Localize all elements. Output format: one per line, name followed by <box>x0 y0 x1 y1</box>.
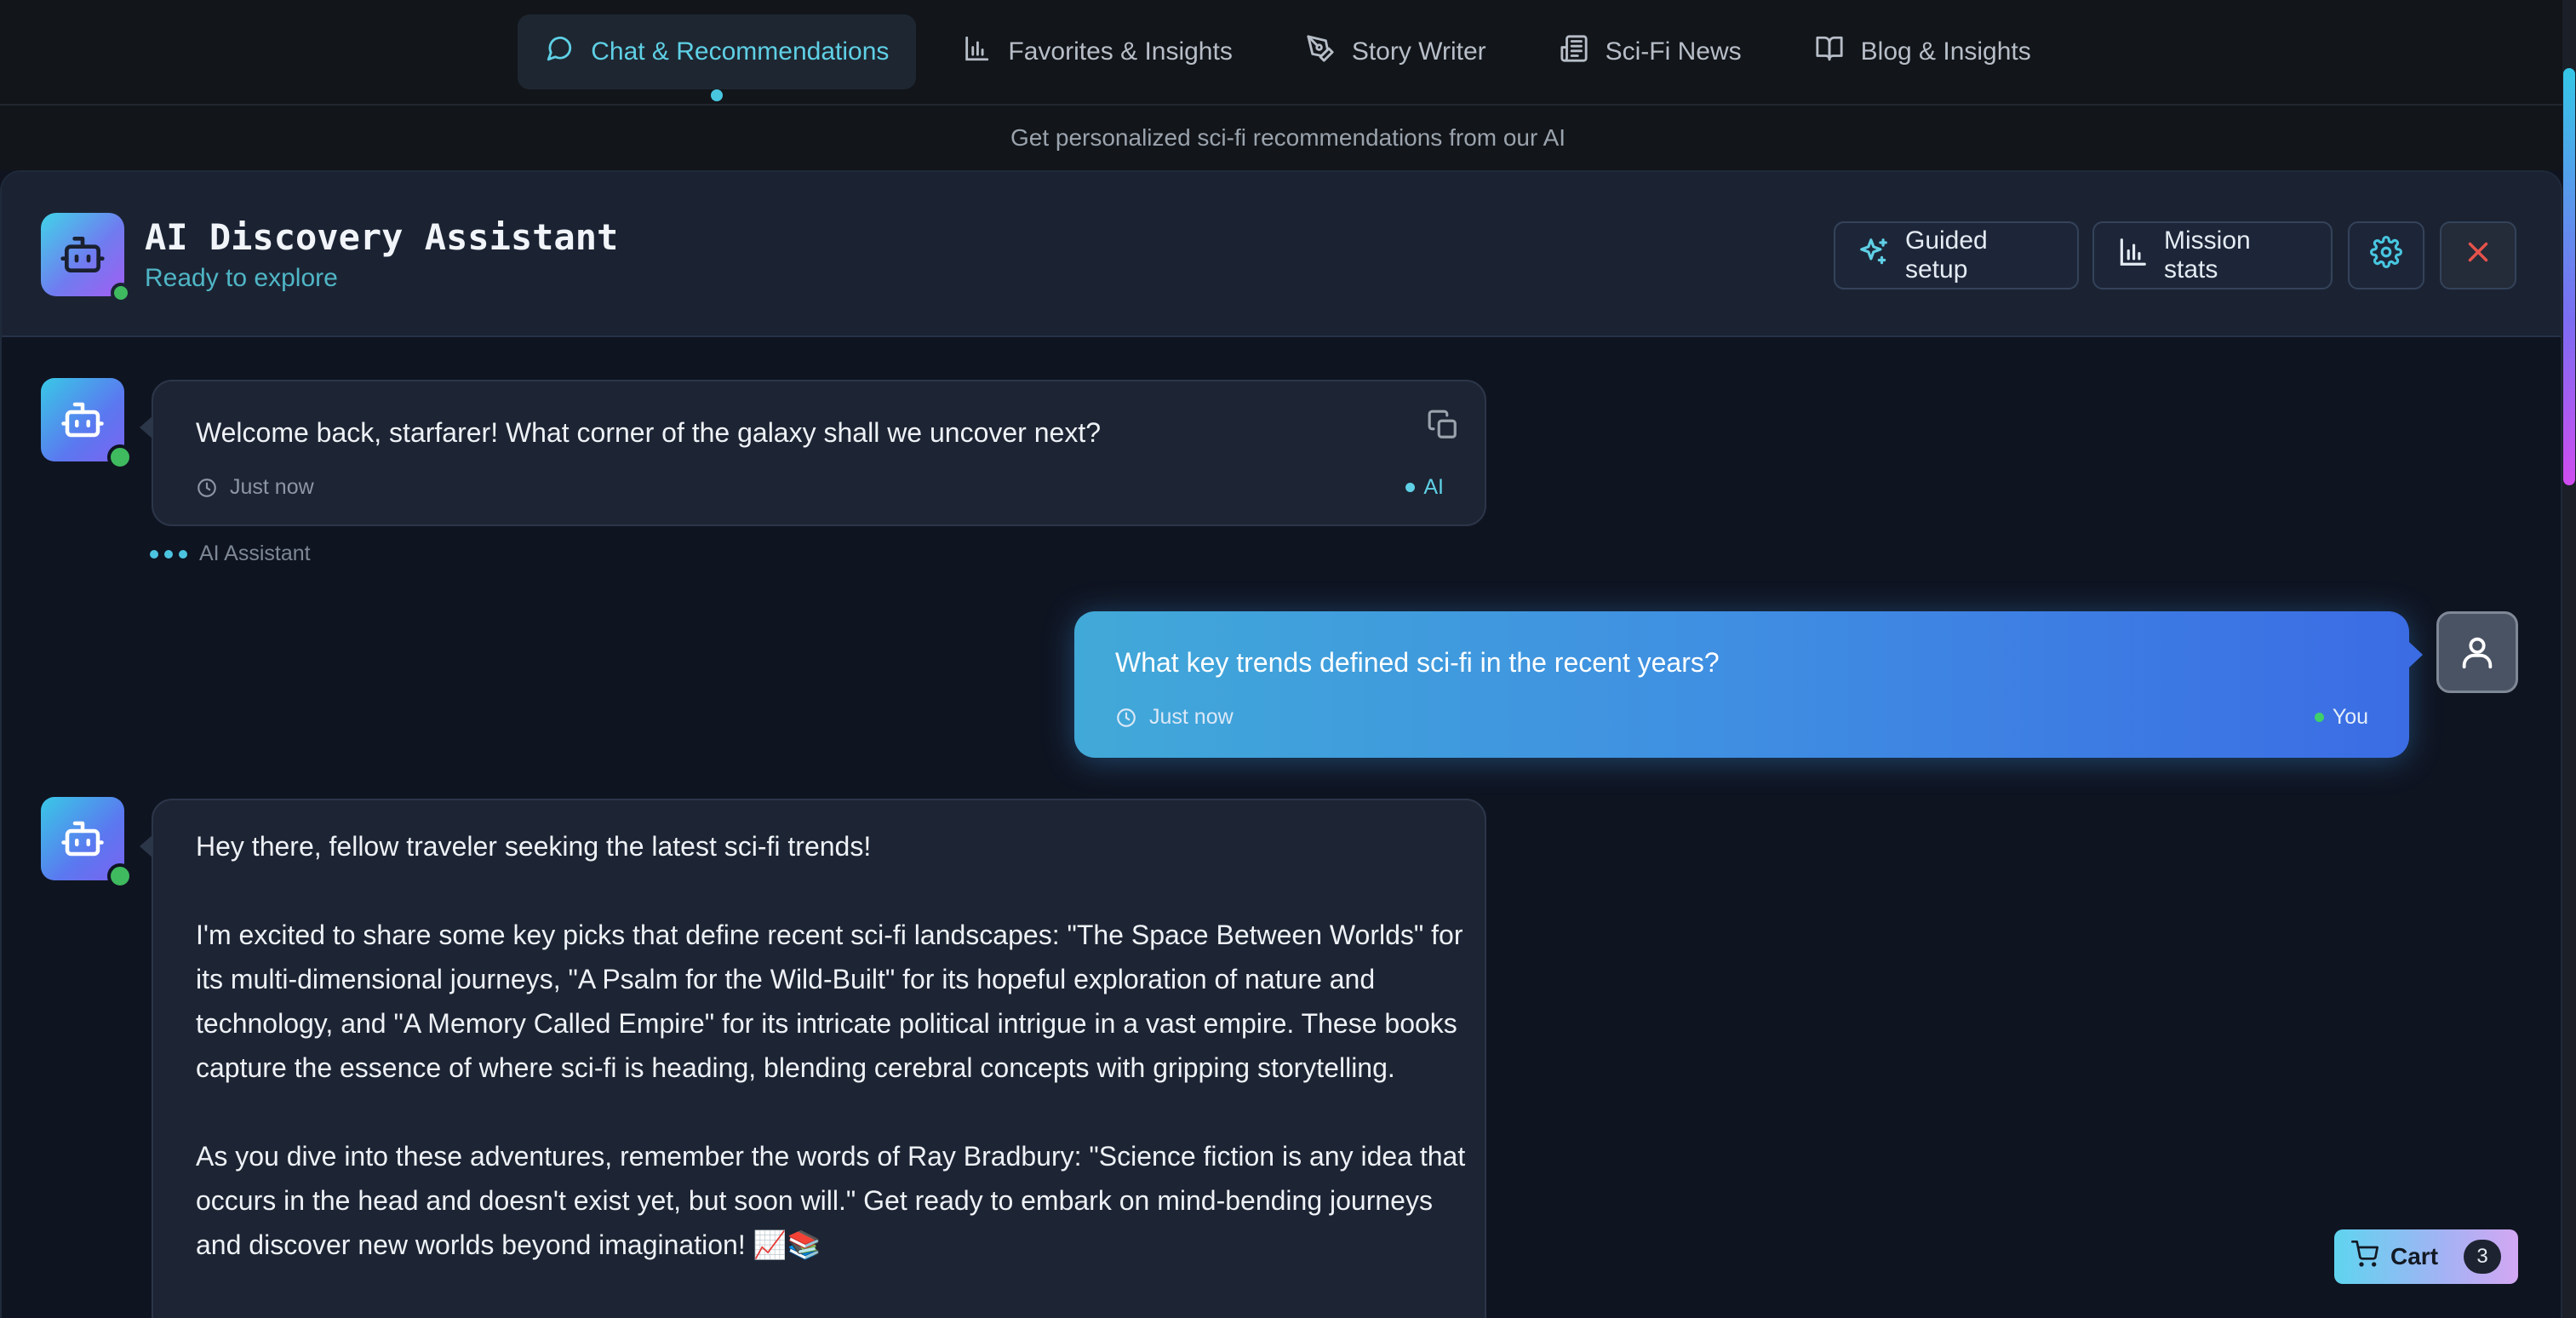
guided-setup-button[interactable]: Guided setup <box>1834 221 2079 289</box>
message-time: Just now <box>1115 705 1234 730</box>
clock-icon <box>1117 708 1136 727</box>
open-book-icon <box>1815 34 1844 70</box>
clock-icon <box>197 478 216 497</box>
tab-blog-insights[interactable]: Blog & Insights <box>1788 14 2058 89</box>
sender-dot <box>1405 483 1416 492</box>
robot-icon <box>61 821 104 857</box>
tab-label: Chat & Recommendations <box>591 37 890 66</box>
tab-label: Blog & Insights <box>1860 37 2031 66</box>
sparkles-icon <box>1858 236 1890 275</box>
copy-icon[interactable] <box>1427 409 1459 441</box>
typing-label: AI Assistant <box>199 542 311 565</box>
cart-button[interactable]: Cart 3 <box>2334 1229 2518 1284</box>
guided-setup-label: Guided setup <box>1905 226 1988 284</box>
tab-story-writer[interactable]: Story Writer <box>1279 14 1514 89</box>
chat-messages[interactable]: Welcome back, starfarer! What corner of … <box>2 337 2561 1318</box>
bot-avatar <box>41 378 133 470</box>
active-tab-indicator <box>711 89 724 101</box>
message-paragraph: Hey there, fellow traveler seeking the l… <box>196 831 872 862</box>
online-indicator <box>107 444 133 470</box>
assistant-status: Ready to explore <box>145 264 338 292</box>
mission-stats-label: Mission stats <box>2164 226 2251 284</box>
user-avatar <box>2436 611 2518 693</box>
message-text: Hey there, fellow traveler seeking the l… <box>196 824 1473 1311</box>
pen-nib-icon <box>1306 34 1335 70</box>
bot-message: Hey there, fellow traveler seeking the l… <box>140 799 1486 1318</box>
chat-bubble-icon <box>545 34 574 70</box>
tab-label: Favorites & Insights <box>1008 37 1233 66</box>
sender-tag: AI <box>1405 475 1444 500</box>
message-text: What key trends defined sci-fi in the re… <box>1115 647 1720 678</box>
bar-chart-icon <box>962 34 991 70</box>
shopping-cart-icon <box>2351 1240 2379 1274</box>
assistant-header: AI Discovery Assistant Ready to explore … <box>2 172 2561 337</box>
bot-avatar <box>41 797 133 889</box>
tab-label: Story Writer <box>1351 37 1486 66</box>
robot-icon <box>60 237 105 272</box>
tab-sci-fi-news[interactable]: Sci-Fi News <box>1532 14 1769 89</box>
online-indicator <box>111 283 131 303</box>
typing-indicator: AI Assistant <box>150 542 311 566</box>
message-time: Just now <box>196 475 314 500</box>
tab-chat-recommendations[interactable]: Chat & Recommendations <box>518 14 917 101</box>
user-message: What key trends defined sci-fi in the re… <box>1074 611 2423 758</box>
top-nav: Chat & Recommendations Favorites & Insig… <box>0 0 2576 106</box>
tab-label: Sci-Fi News <box>1605 37 1742 66</box>
bot-message: Welcome back, starfarer! What corner of … <box>140 380 1486 526</box>
sender-dot <box>2314 713 2324 722</box>
tab-favorites-insights[interactable]: Favorites & Insights <box>935 14 1259 89</box>
message-text: Welcome back, starfarer! What corner of … <box>196 417 1101 448</box>
online-indicator <box>107 863 133 889</box>
close-icon <box>2462 236 2494 275</box>
typing-dots <box>150 549 187 559</box>
assistant-title: AI Discovery Assistant <box>145 216 619 258</box>
chat-panel: AI Discovery Assistant Ready to explore … <box>0 170 2562 1318</box>
robot-icon <box>61 402 104 438</box>
cart-count-badge: 3 <box>2464 1240 2501 1274</box>
assistant-avatar <box>41 213 131 303</box>
bar-chart-icon <box>2116 236 2149 275</box>
close-button[interactable] <box>2440 221 2516 289</box>
message-paragraph: As you dive into these adventures, remem… <box>196 1141 1466 1260</box>
message-paragraph: I'm excited to share some key picks that… <box>196 920 1463 1083</box>
sender-tag: You <box>2314 705 2368 730</box>
settings-button[interactable] <box>2348 221 2424 289</box>
gear-icon <box>2370 236 2402 275</box>
user-icon <box>2462 637 2493 669</box>
newspaper-icon <box>1560 34 1589 70</box>
mission-stats-button[interactable]: Mission stats <box>2092 221 2333 289</box>
scrollbar-thumb[interactable] <box>2563 68 2575 485</box>
cart-label: Cart <box>2390 1243 2439 1269</box>
page-subtitle: Get personalized sci-fi recommendations … <box>0 106 2576 170</box>
